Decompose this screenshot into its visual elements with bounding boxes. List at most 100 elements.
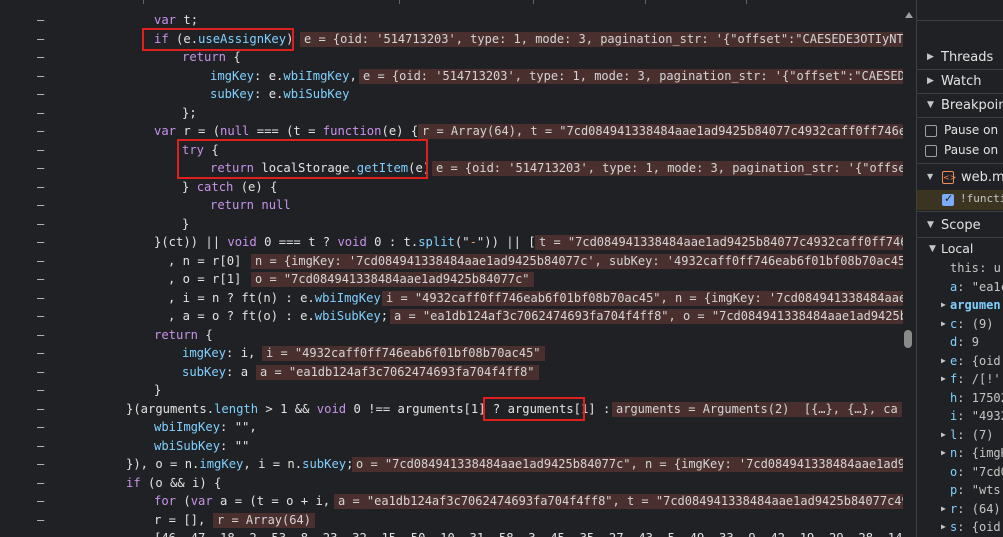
line-gutter-marker[interactable]: – [0, 474, 78, 493]
code-line[interactable]: – , o = r[1] o = "7cd084941338484aae1ad942… [0, 270, 916, 289]
line-gutter-marker[interactable]: – [0, 252, 78, 271]
source-editor[interactable]: – var t; – if (e.useAssignKey) e = {oid: '51… [0, 0, 916, 537]
code-line[interactable]: – imgKey: i, i = "4932caff0ff746eab6f01bf0… [0, 344, 916, 363]
line-gutter-marker[interactable]: – [0, 215, 78, 234]
scope-variable-row[interactable]: ▶ argumen [917, 296, 1003, 315]
code-line[interactable]: – var t; [0, 11, 916, 30]
line-gutter-marker[interactable]: – [0, 381, 78, 400]
local-scope-header[interactable]: ▼ Local [917, 239, 1003, 259]
scroll-up-arrow-icon[interactable] [905, 12, 913, 18]
line-gutter-marker[interactable]: – [0, 437, 78, 456]
code-line[interactable]: –}; [0, 104, 916, 123]
expand-arrow-icon[interactable]: ▶ [941, 370, 946, 389]
line-gutter-marker[interactable]: – [0, 85, 78, 104]
breakpoint-enabled-checkbox[interactable] [942, 192, 954, 206]
pause-on-caught-row[interactable]: Pause on [917, 122, 1003, 140]
line-gutter-marker[interactable]: – [0, 289, 78, 308]
code-line[interactable]: –} catch (e) { [0, 178, 916, 197]
expand-arrow-icon[interactable]: ▶ [941, 444, 946, 463]
code-line[interactable]: – for (var a = (t = o + i, a = "ea1db124af… [0, 492, 916, 511]
code-token: wbiSubKey [283, 87, 350, 101]
line-gutter-marker[interactable]: – [0, 363, 78, 382]
code-line[interactable]: – subKey: e.wbiSubKey [0, 85, 916, 104]
code-line[interactable]: – r = [], r = Array(64) [0, 511, 916, 530]
line-gutter-marker[interactable]: – [0, 418, 78, 437]
line-gutter-marker[interactable]: – [0, 11, 78, 30]
code-line[interactable]: –}(ct)) || void 0 === t ? void 0 : t.spl… [0, 233, 916, 252]
editor-vertical-scrollbar[interactable] [903, 0, 916, 537]
code-line[interactable]: – if (o && i) { [0, 474, 916, 493]
code-line[interactable]: – [46, 47, 18, 2, 53, 8, 23, 32, 15, 50, … [0, 529, 916, 537]
code-line[interactable]: – return { [0, 48, 916, 67]
breakpoint-entry-row[interactable]: !functi [917, 190, 1003, 210]
scope-variable-row[interactable]: ▶ r: (64) [917, 500, 1003, 519]
scope-variable-row[interactable]: ▶ e: {oid [917, 352, 1003, 371]
pause-uncaught-checkbox[interactable] [925, 145, 937, 157]
code-line[interactable]: – , a = o ? ft(o) : e.wbiSubKey; a = "ea1d… [0, 307, 916, 326]
line-gutter-marker[interactable]: – [0, 159, 78, 178]
line-gutter-marker[interactable]: – [0, 400, 78, 419]
line-gutter-marker[interactable]: – [0, 492, 78, 511]
code-line[interactable]: – return { [0, 326, 916, 345]
code-line[interactable]: –}), o = n.imgKey, i = n.subKey; o = "7cd… [0, 455, 916, 474]
expand-arrow-icon[interactable]: ▶ [941, 426, 946, 445]
code-line[interactable]: – , i = n ? ft(n) : e.wbiImgKey i = "4932c… [0, 289, 916, 308]
editor-scrollbar-thumb[interactable] [904, 330, 912, 348]
scope-variable-row[interactable]: o: "7cd0 [917, 463, 1003, 482]
expand-arrow-icon[interactable]: ▶ [941, 296, 946, 315]
code-line[interactable]: – return null [0, 196, 916, 215]
pause-on-uncaught-row[interactable]: Pause on [917, 142, 1003, 160]
scope-variable-row[interactable]: ▶ f: /[!' [917, 370, 1003, 389]
line-gutter-marker[interactable]: – [0, 141, 78, 160]
expand-arrow-icon[interactable]: ▶ [941, 500, 946, 519]
line-gutter-marker[interactable]: – [0, 196, 78, 215]
code-line[interactable]: – var r = (null === (t = function(e) {r =… [0, 122, 916, 141]
line-gutter-marker[interactable]: – [0, 307, 78, 326]
code-line[interactable]: – wbiSubKey: "" [0, 437, 916, 456]
line-gutter-marker[interactable]: – [0, 326, 78, 345]
expand-arrow-icon[interactable]: ▶ [941, 352, 946, 371]
pause-caught-checkbox[interactable] [925, 125, 937, 137]
line-gutter-marker[interactable]: – [0, 233, 78, 252]
scope-variable-row[interactable]: ▶ l: (7) [917, 426, 1003, 445]
code-line[interactable]: – imgKey: e.wbiImgKey, e = {oid: '51471320… [0, 67, 916, 86]
scope-variable-row[interactable]: d: 9 [917, 333, 1003, 352]
line-gutter-marker[interactable]: – [0, 30, 78, 49]
breakpoint-file-row[interactable]: ▼ <> web.m [917, 169, 1003, 189]
code-line[interactable]: – if (e.useAssignKey) e = {oid: '514713203… [0, 30, 916, 49]
code-token: try [182, 142, 205, 157]
code-line[interactable]: –} [0, 215, 916, 234]
watch-section-header[interactable]: ▶ Watch [917, 70, 1003, 93]
code-line[interactable]: – , n = r[0] n = {imgKey: '7cd084941338484… [0, 252, 916, 271]
scope-section-header[interactable]: ▼ Scope [917, 214, 1003, 237]
line-gutter-marker[interactable]: – [0, 270, 78, 289]
threads-section-header[interactable]: ▶ Threads [917, 46, 1003, 69]
line-gutter-marker[interactable]: – [0, 178, 78, 197]
scope-variable-row[interactable]: p: "wts' [917, 481, 1003, 500]
expand-arrow-icon[interactable]: ▶ [941, 315, 946, 334]
scope-variable-row[interactable]: this: ur [917, 259, 1003, 278]
code-line[interactable]: –}(arguments.length > 1 && void 0 !== ar… [0, 400, 916, 419]
breakpoints-section-header[interactable]: ▼ Breakpoin [917, 94, 1003, 117]
line-gutter-marker[interactable]: – [0, 529, 78, 537]
code-line[interactable]: –} [0, 381, 916, 400]
line-gutter-marker[interactable]: – [0, 455, 78, 474]
line-gutter-marker[interactable]: – [0, 344, 78, 363]
scope-variable-row[interactable]: ▶ s: {oid: [917, 518, 1003, 537]
scope-variable-row[interactable]: i: "4932 [917, 407, 1003, 426]
line-gutter-marker[interactable]: – [0, 67, 78, 86]
scope-variable-name: argumen [950, 298, 1001, 312]
scope-variable-row[interactable]: a: "ea1c [917, 278, 1003, 297]
expand-arrow-icon[interactable]: ▶ [941, 518, 946, 537]
code-line[interactable]: – subKey: a a = "ea1db124af3c7062474693fa7… [0, 363, 916, 382]
code-line[interactable]: – return localStorage.getItem(e) e = {oid:… [0, 159, 916, 178]
code-line[interactable]: – try { [0, 141, 916, 160]
code-line[interactable]: – wbiImgKey: "", [0, 418, 916, 437]
scope-variable-row[interactable]: h: 17502 [917, 389, 1003, 408]
scope-variable-row[interactable]: ▶ c: (9) [917, 315, 1003, 334]
line-gutter-marker[interactable]: – [0, 48, 78, 67]
line-gutter-marker[interactable]: – [0, 511, 78, 530]
scope-variable-row[interactable]: ▶ n: {imgK [917, 444, 1003, 463]
line-gutter-marker[interactable]: – [0, 104, 78, 123]
line-gutter-marker[interactable]: – [0, 122, 78, 141]
